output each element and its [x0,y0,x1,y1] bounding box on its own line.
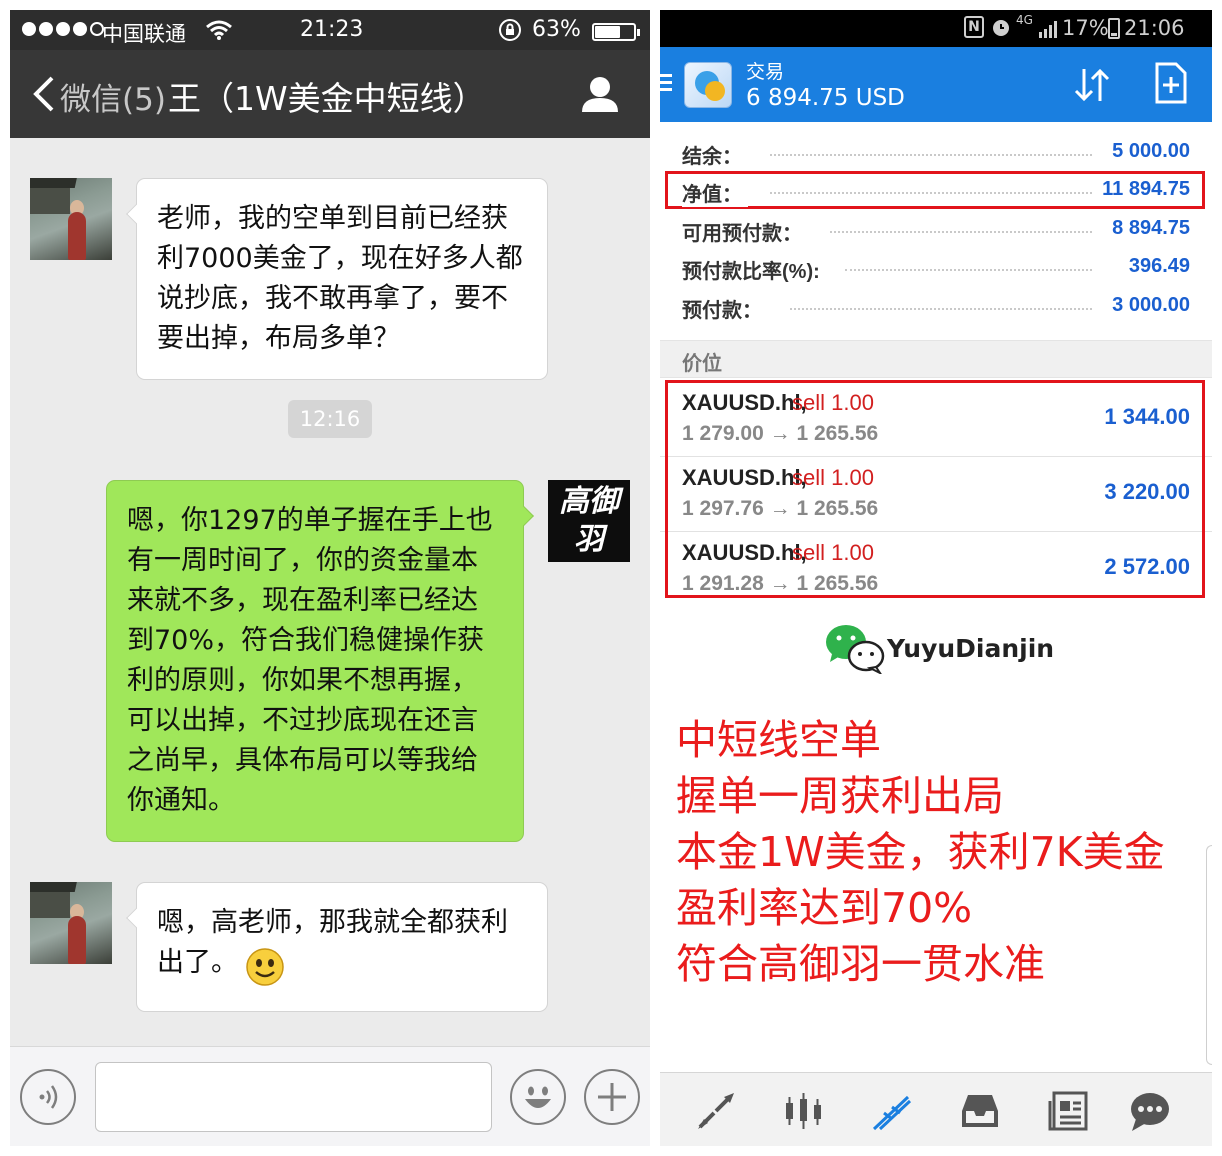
account-row-margin: 预付款： 3 000.00 [682,294,1190,323]
self-avatar[interactable]: 高御羽 [548,480,630,562]
annotation-line: 本金1W美金，获利7K美金 [676,828,1165,876]
android-status-bar: N 4G 17% 21:06 [660,10,1212,47]
profile-icon[interactable] [580,74,620,114]
message-input[interactable] [95,1062,492,1132]
positions-highlight-box [665,380,1205,598]
new-order-icon[interactable] [1154,61,1188,105]
voice-icon [39,1085,58,1109]
wechat-status-bar: 中国联通 21:23 63% [10,10,650,50]
mt4-app-bar: 交易 6 894.75 USD [660,47,1212,122]
back-chevron-icon[interactable] [28,74,62,114]
emoji-face-icon [525,1086,551,1108]
network-type: 4G [1016,13,1033,27]
quotes-tab-icon[interactable] [694,1089,738,1133]
battery-icon [592,23,640,41]
peer-avatar[interactable] [30,178,112,260]
annotation-line: 握单一周获利出局 [676,772,1004,820]
positions-section-header: 价位 [660,340,1212,378]
signal-dots-icon [22,22,104,36]
history-tab-icon[interactable] [958,1089,1002,1133]
message-text: 嗯，你1297的单子握在手上也有一周时间了，你的资金量本来就不多，现在盈利率已经… [127,505,493,816]
nfc-icon: N [964,16,984,38]
annotation-line: 盈利率达到70% [676,884,973,932]
carrier-name: 中国联通 [102,22,186,46]
back-button[interactable]: 微信(5) [60,74,166,119]
battery-percent: 63% [532,17,581,42]
screen-title: 交易 [746,61,785,83]
account-row-free-margin: 可用预付款： 8 894.75 [682,217,1190,246]
bottom-tab-bar [660,1072,1212,1146]
rotation-lock-icon [499,19,521,41]
trade-tab-icon[interactable] [870,1089,914,1133]
message-text: 老师，我的空单到目前已经获利7000美金了，现在好多人都说抄底，我不敢再拿了，要… [157,203,523,354]
news-tab-icon[interactable] [1046,1089,1090,1133]
status-time: 21:06 [1124,16,1185,40]
status-time: 21:23 [300,17,364,42]
battery-percent: 17% [1062,16,1109,40]
mt4-trade-screen: N 4G 17% 21:06 交易 6 894.75 USD 结余： 5 000… [660,10,1212,1146]
message-text: 嗯，高老师，那我就全都获利出了。 [157,907,508,978]
emoji-button[interactable] [510,1069,566,1125]
message-bubble[interactable]: 老师，我的空单到目前已经获利7000美金了，现在好多人都说抄底，我不敢再拿了，要… [126,178,548,380]
mt4-logo-icon [684,62,732,108]
alarm-icon [993,20,1009,36]
chat-title: 王（1W美金中短线） [168,79,486,118]
wechat-nav-bar: 微信(5) 王（1W美金中短线） [10,50,650,138]
account-balance-header: 6 894.75 USD [746,85,905,111]
brand-watermark: YuyuDianjin [824,622,1054,678]
hamburger-menu-icon[interactable] [660,73,674,93]
annotation-line: 符合高御羽一贯水准 [676,940,1045,988]
chat-tab-icon[interactable] [1128,1089,1172,1133]
battery-icon [1108,18,1120,39]
message-timestamp: 12:16 [288,400,372,438]
wechat-logo-icon [826,625,885,674]
chat-input-bar [10,1046,650,1146]
peer-avatar[interactable] [30,882,112,964]
account-row-margin-level: 预付款比率(%): 396.49 [682,255,1190,284]
sort-icon[interactable] [1070,65,1114,105]
message-bubble[interactable]: 嗯，你1297的单子握在手上也有一周时间了，你的资金量本来就不多，现在盈利率已经… [106,480,534,842]
wechat-chat-screen: 中国联通 21:23 63% 微信(5) 王（1W美金中短线） 老师，我的空单到… [10,10,650,1146]
smile-emoji-icon [246,948,284,986]
annotation-line: 中短线空单 [676,716,881,764]
wifi-icon [206,20,232,40]
message-bubble[interactable]: 嗯，高老师，那我就全都获利出了。 [126,882,548,1012]
scroll-edge-handle[interactable] [1206,845,1212,1065]
chart-tab-icon[interactable] [782,1089,826,1133]
signal-icon [1039,21,1057,38]
plus-icon [598,1083,626,1111]
voice-button[interactable] [20,1069,76,1125]
account-row-balance: 结余： 5 000.00 [682,140,1190,169]
more-button[interactable] [584,1069,640,1125]
